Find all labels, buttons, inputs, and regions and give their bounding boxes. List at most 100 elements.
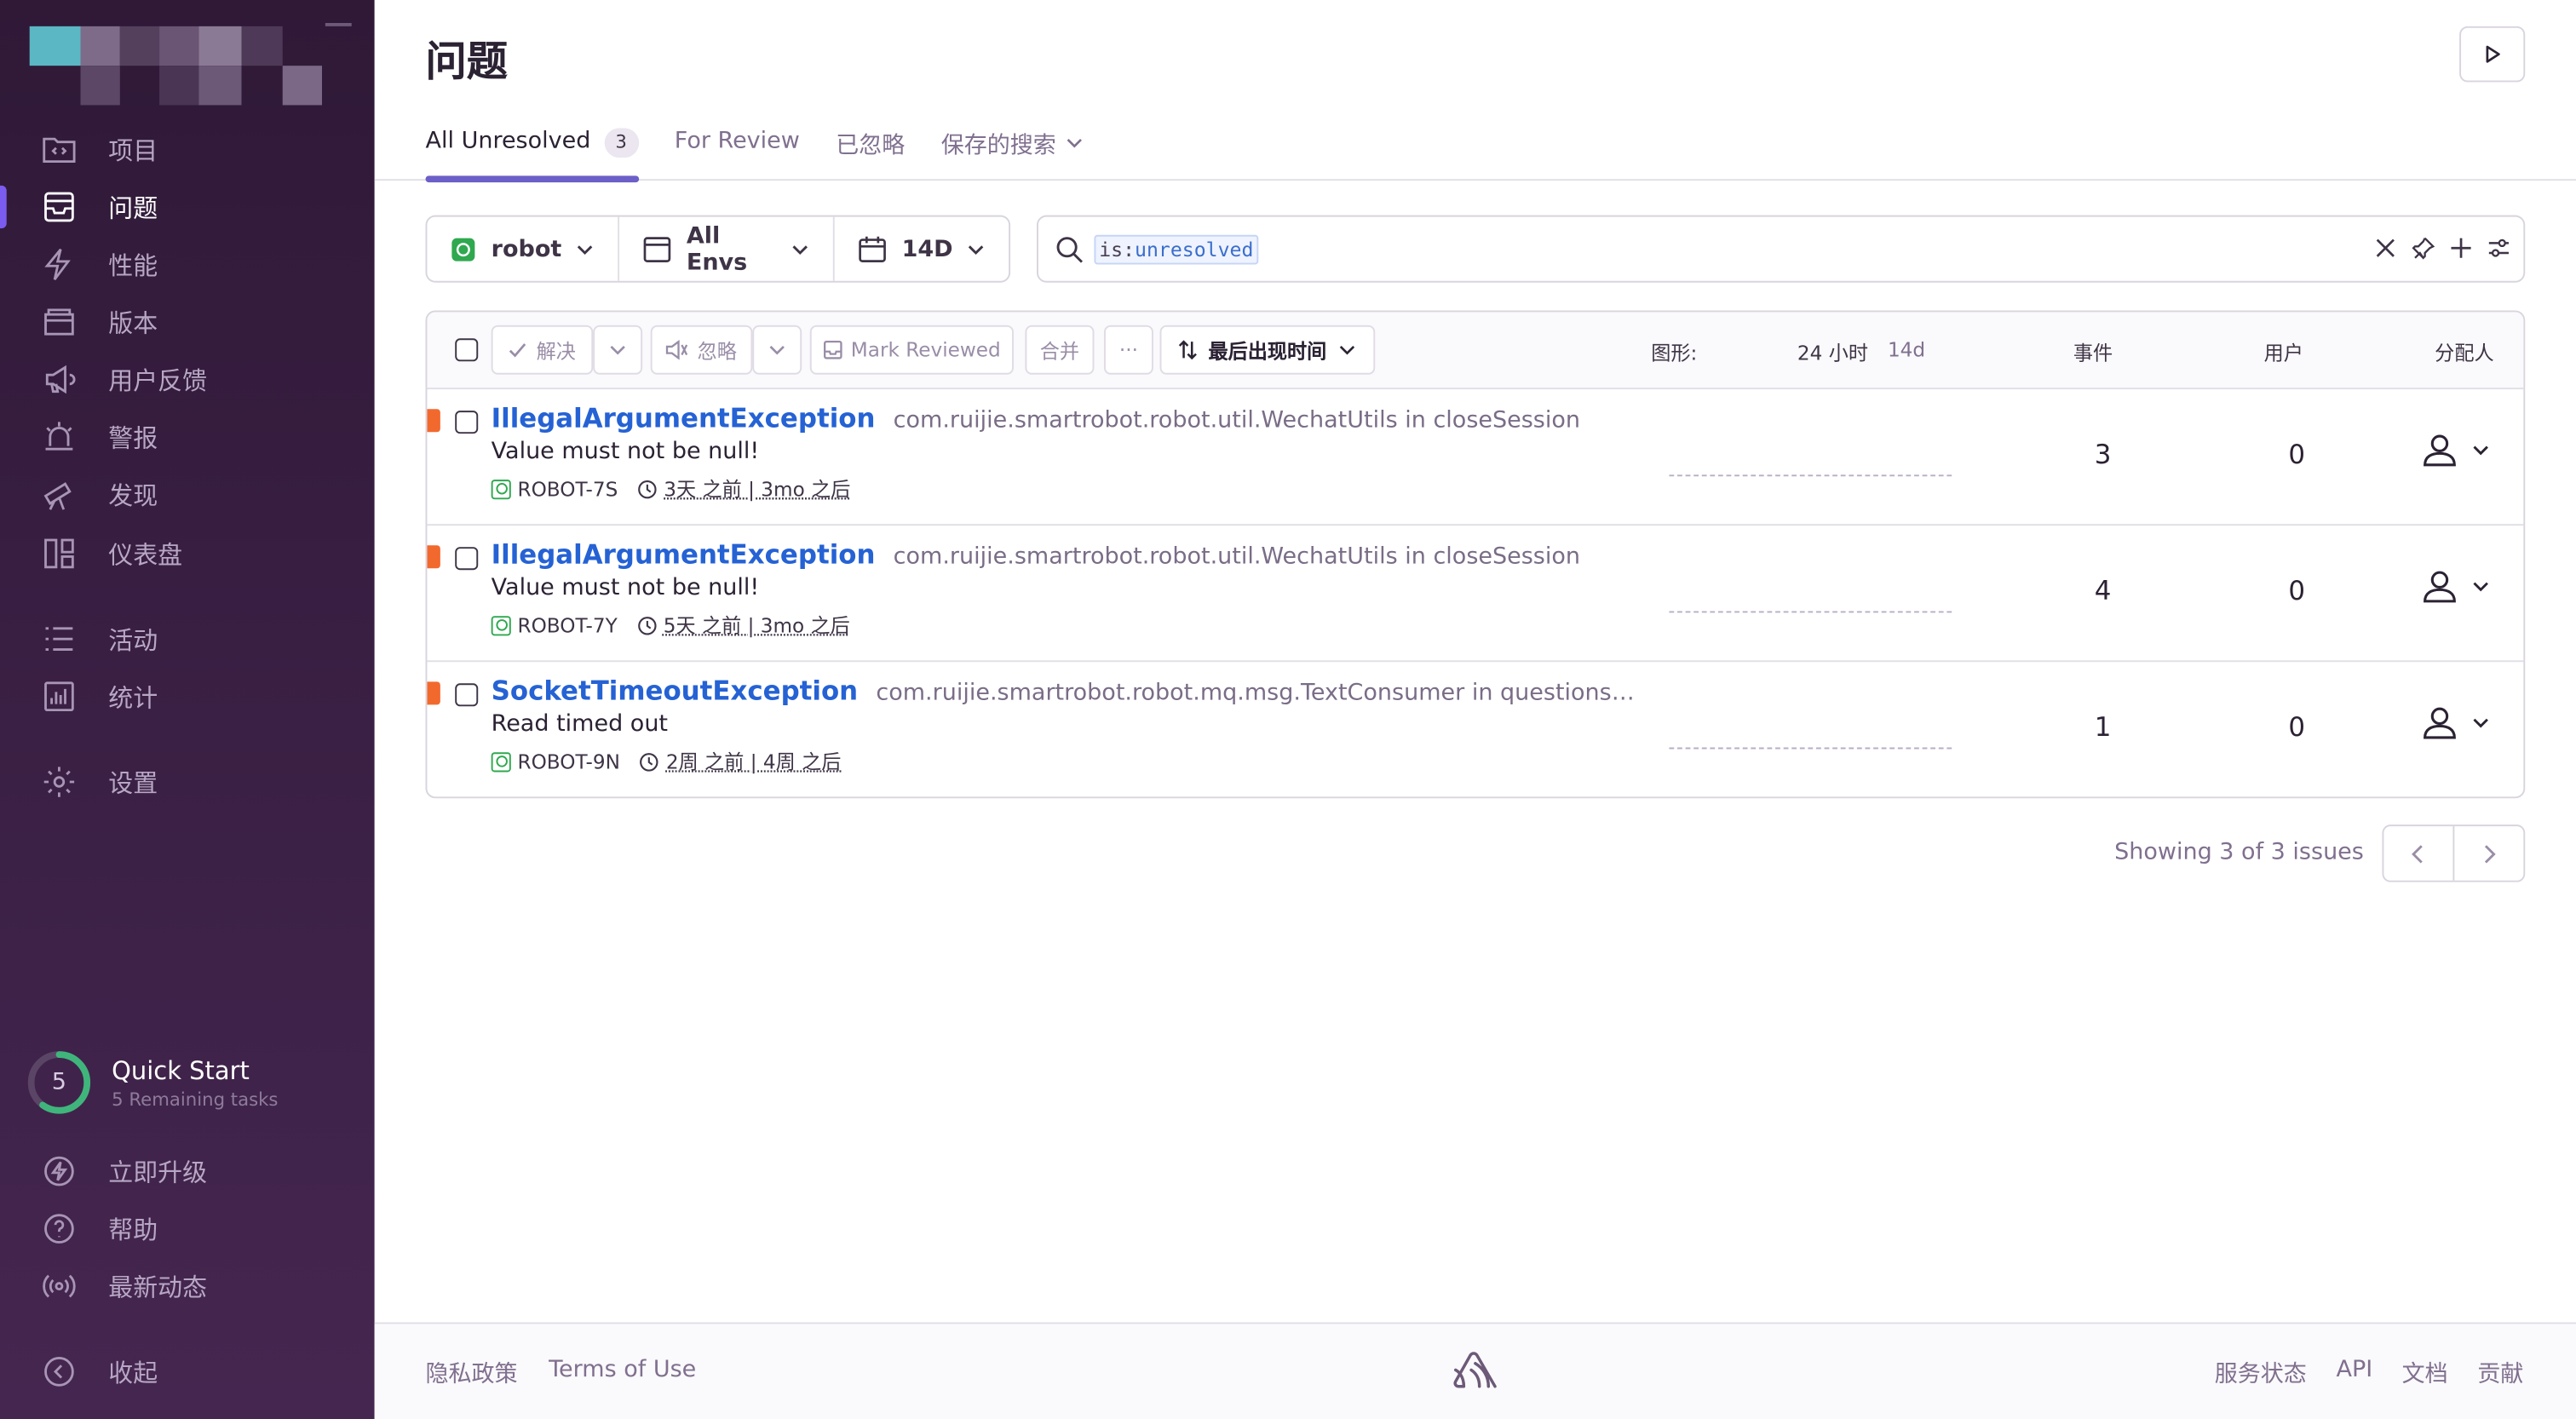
user-icon [2424,707,2456,739]
project-icon [491,479,511,499]
merge-button[interactable]: 合并 [1025,325,1095,375]
sidebar-item-discover[interactable]: 发现 [0,467,375,523]
date-range-selector[interactable]: 14D [832,216,1009,281]
mark-reviewed-button[interactable]: Mark Reviewed [809,325,1014,375]
issue-row[interactable]: SocketTimeoutException com.ruijie.smartr… [427,662,2523,796]
issue-tabs: All Unresolved 3 For Review 已忽略 保存的搜索 [425,125,1119,183]
pagination [2382,824,2526,882]
select-all-checkbox[interactable] [455,338,479,362]
sidebar-item-stats[interactable]: 统计 [0,669,375,725]
dashboard-icon [39,534,78,573]
project-selector[interactable]: robot [427,217,617,281]
issue-checkbox[interactable] [455,411,479,434]
pin-search-icon[interactable] [2412,237,2435,260]
pagination-info: Showing 3 of 3 issues [2114,839,2364,866]
clear-search-icon[interactable] [2374,237,2397,260]
issue-list: 解决 忽略 Mark Reviewed 合并 ··· 最后出现时间 图形: 24… [425,310,2526,799]
gear-icon [39,762,78,801]
tab-all-unresolved[interactable]: All Unresolved 3 [425,125,639,183]
docs-link[interactable]: 文档 [2402,1357,2448,1390]
sidebar-item-label: 问题 [108,192,158,223]
search-token-value: unresolved [1135,237,1254,261]
sidebar-item-label: 仪表盘 [108,539,183,570]
issue-times[interactable]: 2周 之前 | 4周 之后 [666,748,842,776]
tab-ignored[interactable]: 已忽略 [836,125,905,181]
ignore-button[interactable]: 忽略 [650,325,753,375]
ignore-dropdown-button[interactable] [752,325,802,375]
chevron-down-icon [769,345,785,355]
tab-saved-searches[interactable]: 保存的搜索 [941,125,1083,181]
issue-row[interactable]: IllegalArgumentException com.ruijie.smar… [427,389,2524,526]
org-avatar-blurred[interactable] [29,23,352,106]
sidebar-item-releases[interactable]: 版本 [0,294,375,350]
tab-label: For Review [674,128,800,155]
assignee-selector[interactable] [2422,704,2491,740]
terms-link[interactable]: Terms of Use [549,1357,696,1383]
issue-row[interactable]: IllegalArgumentException com.ruijie.smar… [427,526,2524,663]
quick-start[interactable]: 5 Quick Start 5 Remaining tasks [26,1048,355,1117]
issue-title-link[interactable]: IllegalArgumentException [492,539,876,571]
issue-message: Value must not be null! [491,575,760,601]
quick-start-count: 5 [51,1069,67,1096]
add-search-icon[interactable] [2450,237,2473,260]
quick-start-title: Quick Start [112,1055,250,1085]
issue-short-id[interactable]: ROBOT-9N [518,750,620,773]
previous-page-button[interactable] [2383,826,2452,881]
status-link[interactable]: 服务状态 [2215,1357,2307,1390]
sidebar-item-settings[interactable]: 设置 [0,754,375,810]
contribute-link[interactable]: 贡献 [2477,1357,2523,1390]
assignee-selector[interactable] [2422,432,2491,468]
issue-event-count: 3 [2094,438,2112,470]
issue-times[interactable]: 3天 之前 | 3mo 之后 [664,474,850,503]
sidebar-item-whats-new[interactable]: 最新动态 [0,1258,375,1314]
siren-icon [39,417,78,457]
resolve-button[interactable]: 解决 [491,325,594,375]
issue-times[interactable]: 5天 之前 | 3mo 之后 [664,611,850,639]
folder-code-icon [39,129,78,169]
sort-by-button[interactable]: 最后出现时间 [1159,325,1376,375]
issue-short-id[interactable]: ROBOT-7Y [518,613,618,636]
upgrade-icon [39,1152,78,1191]
graph-24h-toggle[interactable]: 24 小时 [1797,338,1868,366]
sidebar-item-label: 活动 [108,624,158,655]
issue-checkbox[interactable] [455,683,479,707]
issue-title-link[interactable]: SocketTimeoutException [492,675,858,707]
sort-icon [1179,340,1198,360]
tab-for-review[interactable]: For Review [675,125,800,181]
search-token[interactable]: is:unresolved [1094,233,1259,264]
graph-14d-toggle[interactable]: 14d [1888,338,1925,361]
footer: 隐私政策 Terms of Use 服务状态 API 文档 贡献 [374,1322,2576,1419]
sidebar-item-alerts[interactable]: 警报 [0,409,375,465]
sidebar-item-label: 警报 [108,422,158,453]
resolve-dropdown-button[interactable] [593,325,643,375]
sidebar-item-upgrade[interactable]: 立即升级 [0,1143,375,1199]
page-title: 问题 [425,37,508,86]
more-actions-button[interactable]: ··· [1104,325,1153,375]
sidebar-item-issues[interactable]: 问题 [0,179,375,235]
quick-start-subtitle: 5 Remaining tasks [112,1088,279,1110]
issue-user-count: 0 [2288,438,2306,470]
environment-selector-label: All Envs [686,222,748,276]
issue-checkbox[interactable] [455,547,479,571]
sidebar-item-collapse[interactable]: 收起 [0,1344,375,1400]
sidebar-item-help[interactable]: 帮助 [0,1201,375,1257]
sidebar-item-activity[interactable]: 活动 [0,611,375,667]
privacy-link[interactable]: 隐私政策 [426,1357,518,1390]
sidebar-item-user-feedback[interactable]: 用户反馈 [0,352,375,408]
assignee-selector[interactable] [2422,568,2491,604]
issue-culprit: com.ruijie.smartrobot.robot.mq.msg.TextC… [876,680,1636,707]
issue-message: Value must not be null! [491,438,760,465]
issue-title-link[interactable]: IllegalArgumentException [492,403,876,434]
issue-search-input[interactable]: is:unresolved [1036,215,2526,283]
api-link[interactable]: API [2336,1357,2372,1383]
level-indicator [427,409,440,433]
sidebar-item-performance[interactable]: 性能 [0,237,375,293]
play-tour-button[interactable] [2459,26,2526,83]
sidebar-item-label: 项目 [108,135,158,165]
issue-short-id[interactable]: ROBOT-7S [518,477,618,500]
environment-selector[interactable]: All Envs [617,216,833,281]
next-page-button[interactable] [2452,826,2523,881]
settings-sliders-icon[interactable] [2487,237,2510,260]
sidebar-item-projects[interactable]: 项目 [0,122,375,178]
sidebar-item-dashboards[interactable]: 仪表盘 [0,526,375,582]
